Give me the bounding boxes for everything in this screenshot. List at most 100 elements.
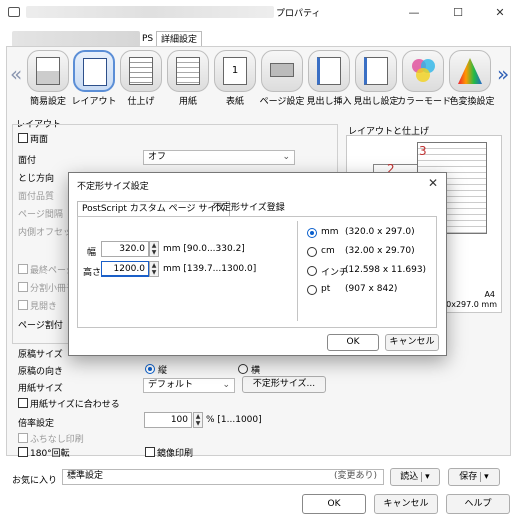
rotate180-checkbox[interactable] [18,447,28,457]
page-assign-label: ページ割付 [18,321,63,331]
fit-to-paper-checkbox[interactable] [18,398,28,408]
custom-size-button[interactable]: 不定形サイズ... [242,376,326,393]
preview-paper-size: 0.0x297.0 mm [438,300,498,309]
unit-pt-value: (907 x 842) [345,284,398,294]
unit-cm-label: cm [321,246,335,256]
unit-cm-radio[interactable] [307,247,317,257]
color-mode-icon[interactable] [402,50,444,92]
unit-mm-radio[interactable] [307,228,317,238]
tab-setting-icon[interactable] [355,50,397,92]
duplex-checkbox[interactable] [18,133,28,143]
borderless-checkbox[interactable] [18,433,28,443]
binding-value: オフ [148,152,167,162]
zoom-input[interactable]: 100 [144,412,192,428]
title-redacted [26,6,274,18]
tab-advanced[interactable]: 詳細設定 [156,31,203,47]
face-label: 面付品質 [18,192,55,202]
favorites-value: 標準設定 [67,471,104,481]
toolbar-label-layout: レイアウト [71,97,117,107]
split-booklet-checkbox[interactable] [18,282,28,292]
zoom-range: % [1...1000] [206,415,262,425]
custom-size-dialog: 不定形サイズ設定 ✕ PostScript カスタム ページ サイズ 不定形サイ… [68,172,447,356]
color-conversion-icon[interactable] [449,50,491,92]
preview-page-number: 3 [419,144,427,158]
mirror-checkbox[interactable] [145,447,155,457]
save-button[interactable]: 保存 ▾ [448,468,500,486]
width-input[interactable]: 320.0 [101,241,149,257]
toolbar-label-color-mode: カラーモード [397,97,452,107]
ok-button[interactable]: OK [302,494,366,514]
portrait-label: 縦 [158,366,168,376]
height-label: 高さ [83,268,102,278]
width-spinner[interactable]: ▲ ▼ [149,241,159,257]
height-input[interactable]: 1200.0 [101,261,149,277]
portrait-radio[interactable] [145,364,155,374]
preview-paper-name: A4 [484,290,495,299]
toolbar-label-finishing: 仕上げ [127,97,155,107]
minimize-icon[interactable]: — [400,4,428,22]
landscape-label: 横 [251,366,261,376]
unit-cm-value: (32.00 x 29.70) [345,246,415,256]
layout-icon[interactable] [73,50,115,92]
scroll-left-icon[interactable]: « [10,62,22,86]
last-page-checkbox[interactable] [18,264,28,274]
rotate180-label: 180°回転 [30,449,70,459]
favorites-select[interactable]: 標準設定 (変更あり) [62,469,384,485]
unit-inch-radio[interactable] [307,266,317,276]
borderless-label: ふちなし印刷 [30,435,84,445]
unit-mm-value: (320.0 x 297.0) [345,227,415,237]
tab-postscript-custom[interactable]: PostScript カスタム ページ サイズ [77,201,231,216]
toolbar-label-page-setup: ページ設定 [259,97,305,107]
close-icon[interactable]: ✕ [428,176,438,190]
chevron-down-icon: ⌄ [222,380,230,390]
mirror-label: 鏡像印刷 [157,449,194,459]
opening-label: とじ方向 [18,174,55,184]
paper-size-label: 用紙サイズ [18,384,63,394]
toolbar-label-paper: 用紙 [178,97,197,107]
tab-redacted[interactable] [12,31,140,47]
toolbar-label-tab-setting: 見出し設定 [353,97,399,107]
cancel-button[interactable]: キャンセル [374,494,438,514]
dialog-title: 不定形サイズ設定 [77,182,149,192]
quick-settings-icon[interactable] [27,50,69,92]
spread-label: 見開き [30,302,58,312]
paper-icon[interactable] [167,50,209,92]
tab-insert-icon[interactable] [308,50,350,92]
unit-pt-radio[interactable] [307,285,317,295]
maximize-icon[interactable]: ☐ [444,4,472,22]
help-button[interactable]: ヘルプ [446,494,510,514]
binding-select[interactable]: オフ ⌄ [143,150,295,165]
toolbar-label-cover: 表紙 [225,97,244,107]
landscape-radio[interactable] [238,364,248,374]
tab-ps[interactable]: PS [138,31,157,47]
cover-icon[interactable]: 1 [214,50,256,92]
orientation-label: 原稿の向き [18,367,64,377]
original-size-label: 原稿サイズ [18,350,63,360]
paper-size-select[interactable]: デフォルト ⌄ [143,378,235,393]
scroll-right-icon[interactable]: » [497,62,509,86]
dialog-cancel-button[interactable]: キャンセル [385,334,439,351]
unit-pt-label: pt [321,284,331,294]
tab-custom-register[interactable]: 不定形サイズ登録 [209,201,289,216]
height-spinner[interactable]: ▲ ▼ [149,261,159,277]
duplex-label: 両面 [30,135,49,145]
spread-checkbox[interactable] [18,300,28,310]
toolbar-label-quick: 簡易設定 [29,97,66,107]
binding-label: 面付 [18,156,37,166]
load-button[interactable]: 読込 ▾ [390,468,440,486]
close-icon[interactable]: ✕ [486,4,514,22]
unit-inch-label: インチ [321,268,349,278]
zoom-spinner[interactable]: ▲ ▼ [193,412,203,428]
printer-icon [8,7,20,17]
dialog-ok-button[interactable]: OK [327,334,379,351]
dialog-divider [297,221,298,321]
paper-size-value: デフォルト [148,380,194,390]
fit-to-paper-label: 用紙サイズに合わせる [30,400,120,410]
height-range: mm [139.7...1300.0] [163,264,257,274]
page-setup-icon[interactable] [261,50,303,92]
page-spacing-label: ページ間隔 [18,210,63,220]
chevron-down-icon: ⌄ [282,152,290,162]
favorites-label: お気に入り [12,476,58,486]
finishing-icon[interactable] [120,50,162,92]
toolbar-label-color-conversion: 色変換設定 [449,97,495,107]
